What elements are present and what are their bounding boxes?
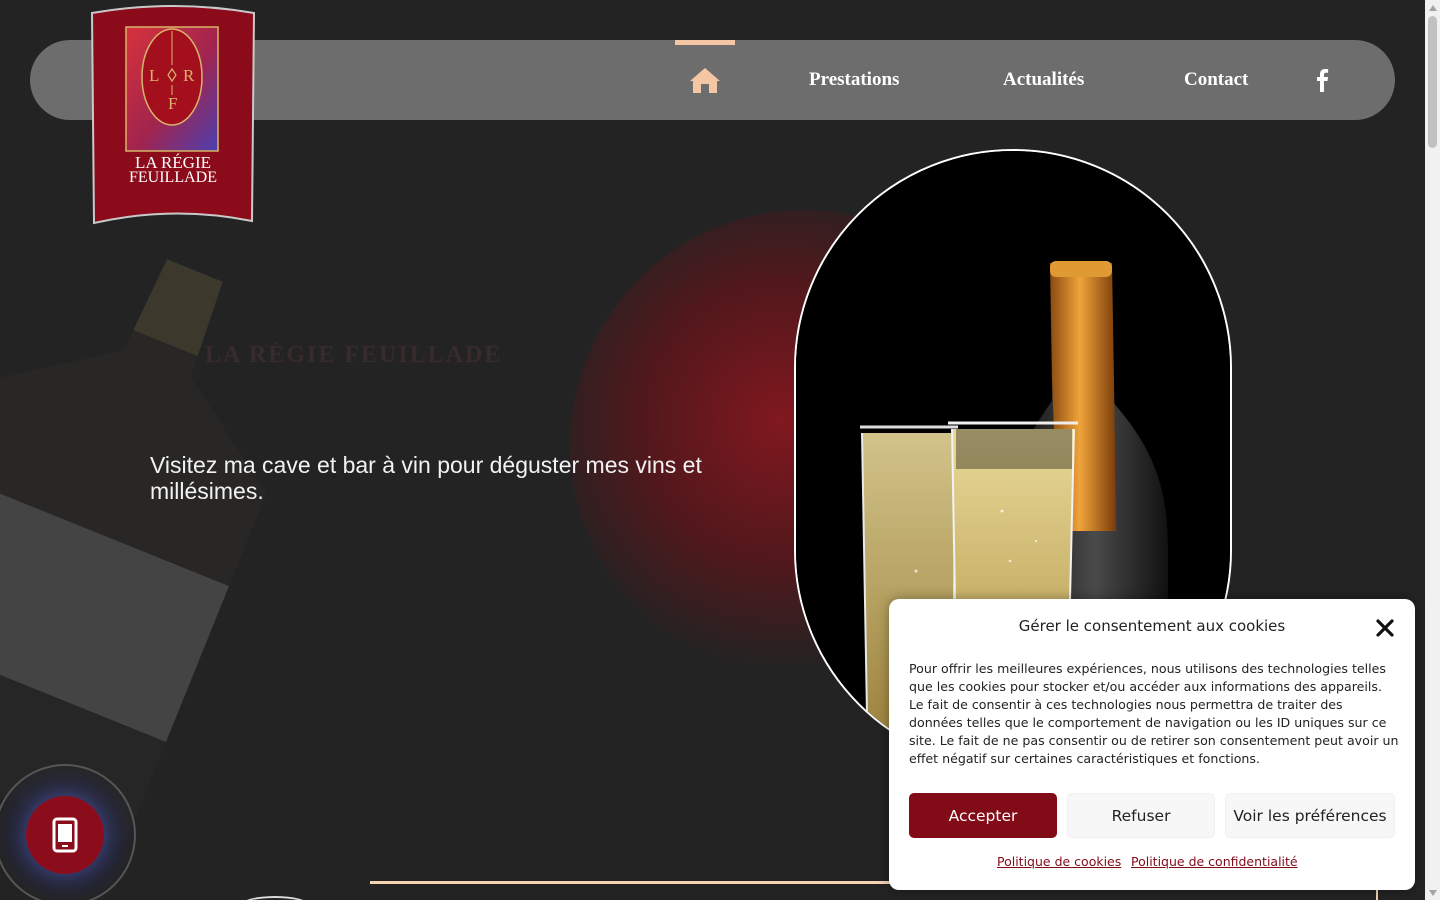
next-section-arc bbox=[240, 896, 310, 900]
scroll-thumb[interactable] bbox=[1428, 16, 1437, 148]
logo-monogram-right: R bbox=[183, 66, 195, 85]
cookie-title: Gérer le consentement aux cookies bbox=[1018, 617, 1286, 635]
active-indicator bbox=[675, 40, 735, 45]
nav-link-actualites[interactable]: Actualités bbox=[1003, 40, 1084, 120]
view-preferences-button[interactable]: Voir les préférences bbox=[1225, 793, 1395, 838]
home-icon bbox=[690, 68, 720, 93]
cookie-consent-panel: Gérer le consentement aux cookies Pour o… bbox=[889, 599, 1415, 890]
logo-monogram-bottom: F bbox=[168, 94, 178, 113]
logo-monogram-left: L bbox=[149, 66, 160, 85]
cookie-policy-link[interactable]: Politique de cookies bbox=[997, 854, 1121, 869]
accept-cookies-button[interactable]: Accepter bbox=[909, 793, 1057, 838]
phone-call-button[interactable] bbox=[26, 796, 104, 874]
phone-icon bbox=[52, 817, 78, 853]
scroll-up-arrow-icon[interactable] bbox=[1428, 3, 1437, 12]
refuse-cookies-button[interactable]: Refuser bbox=[1067, 793, 1215, 838]
nav-home-link[interactable] bbox=[675, 40, 735, 120]
background-wine-bottle bbox=[0, 214, 334, 846]
nav-link-contact[interactable]: Contact bbox=[1184, 40, 1248, 120]
facebook-icon[interactable] bbox=[1313, 68, 1333, 92]
hero-ghost-title: LA RÉGIE FEUILLADE bbox=[205, 342, 503, 368]
page-scrollbar[interactable] bbox=[1425, 0, 1440, 900]
brand-logo[interactable] bbox=[90, 5, 256, 227]
cookie-description: Pour offrir les meilleures expériences, … bbox=[909, 661, 1399, 766]
logo-text-line2: FEUILLADE bbox=[129, 169, 217, 186]
close-icon[interactable] bbox=[1374, 617, 1396, 639]
hero-tagline: Visitez ma cave et bar à vin pour dégust… bbox=[150, 452, 702, 504]
nav-link-prestations[interactable]: Prestations bbox=[809, 40, 899, 120]
scroll-down-arrow-icon[interactable] bbox=[1428, 888, 1437, 897]
privacy-policy-link[interactable]: Politique de confidentialité bbox=[1131, 854, 1298, 869]
